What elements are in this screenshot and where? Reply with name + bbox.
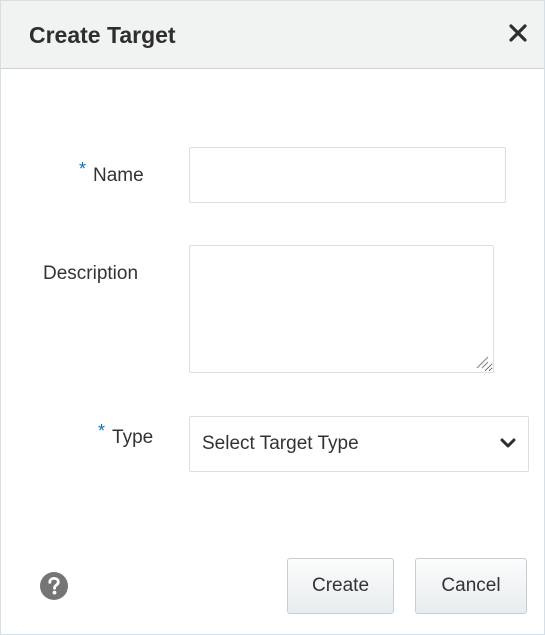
chevron-down-icon <box>500 438 516 448</box>
resize-grip-icon[interactable] <box>475 355 489 369</box>
close-button[interactable] <box>504 19 532 47</box>
description-textarea[interactable] <box>189 245 494 373</box>
type-required-marker: * <box>98 421 106 441</box>
cancel-button[interactable]: Cancel <box>415 558 527 614</box>
close-icon <box>509 24 527 42</box>
help-icon[interactable] <box>39 571 69 601</box>
type-label-text: Type <box>112 427 154 448</box>
type-select-value: Select Target Type <box>202 433 359 454</box>
type-select[interactable]: Select Target Type <box>189 416 529 472</box>
create-target-dialog: Create Target * Name Description * Type Se… <box>0 0 545 635</box>
description-label: Description <box>43 263 139 284</box>
name-label-text: Name <box>93 165 144 186</box>
name-label: * Name <box>79 159 144 187</box>
dialog-header: Create Target <box>1 1 544 69</box>
dialog-title: Create Target <box>29 22 176 48</box>
name-required-marker: * <box>79 159 87 179</box>
create-button[interactable]: Create <box>287 558 394 614</box>
name-input[interactable] <box>189 147 506 203</box>
type-label: * Type <box>98 421 154 449</box>
